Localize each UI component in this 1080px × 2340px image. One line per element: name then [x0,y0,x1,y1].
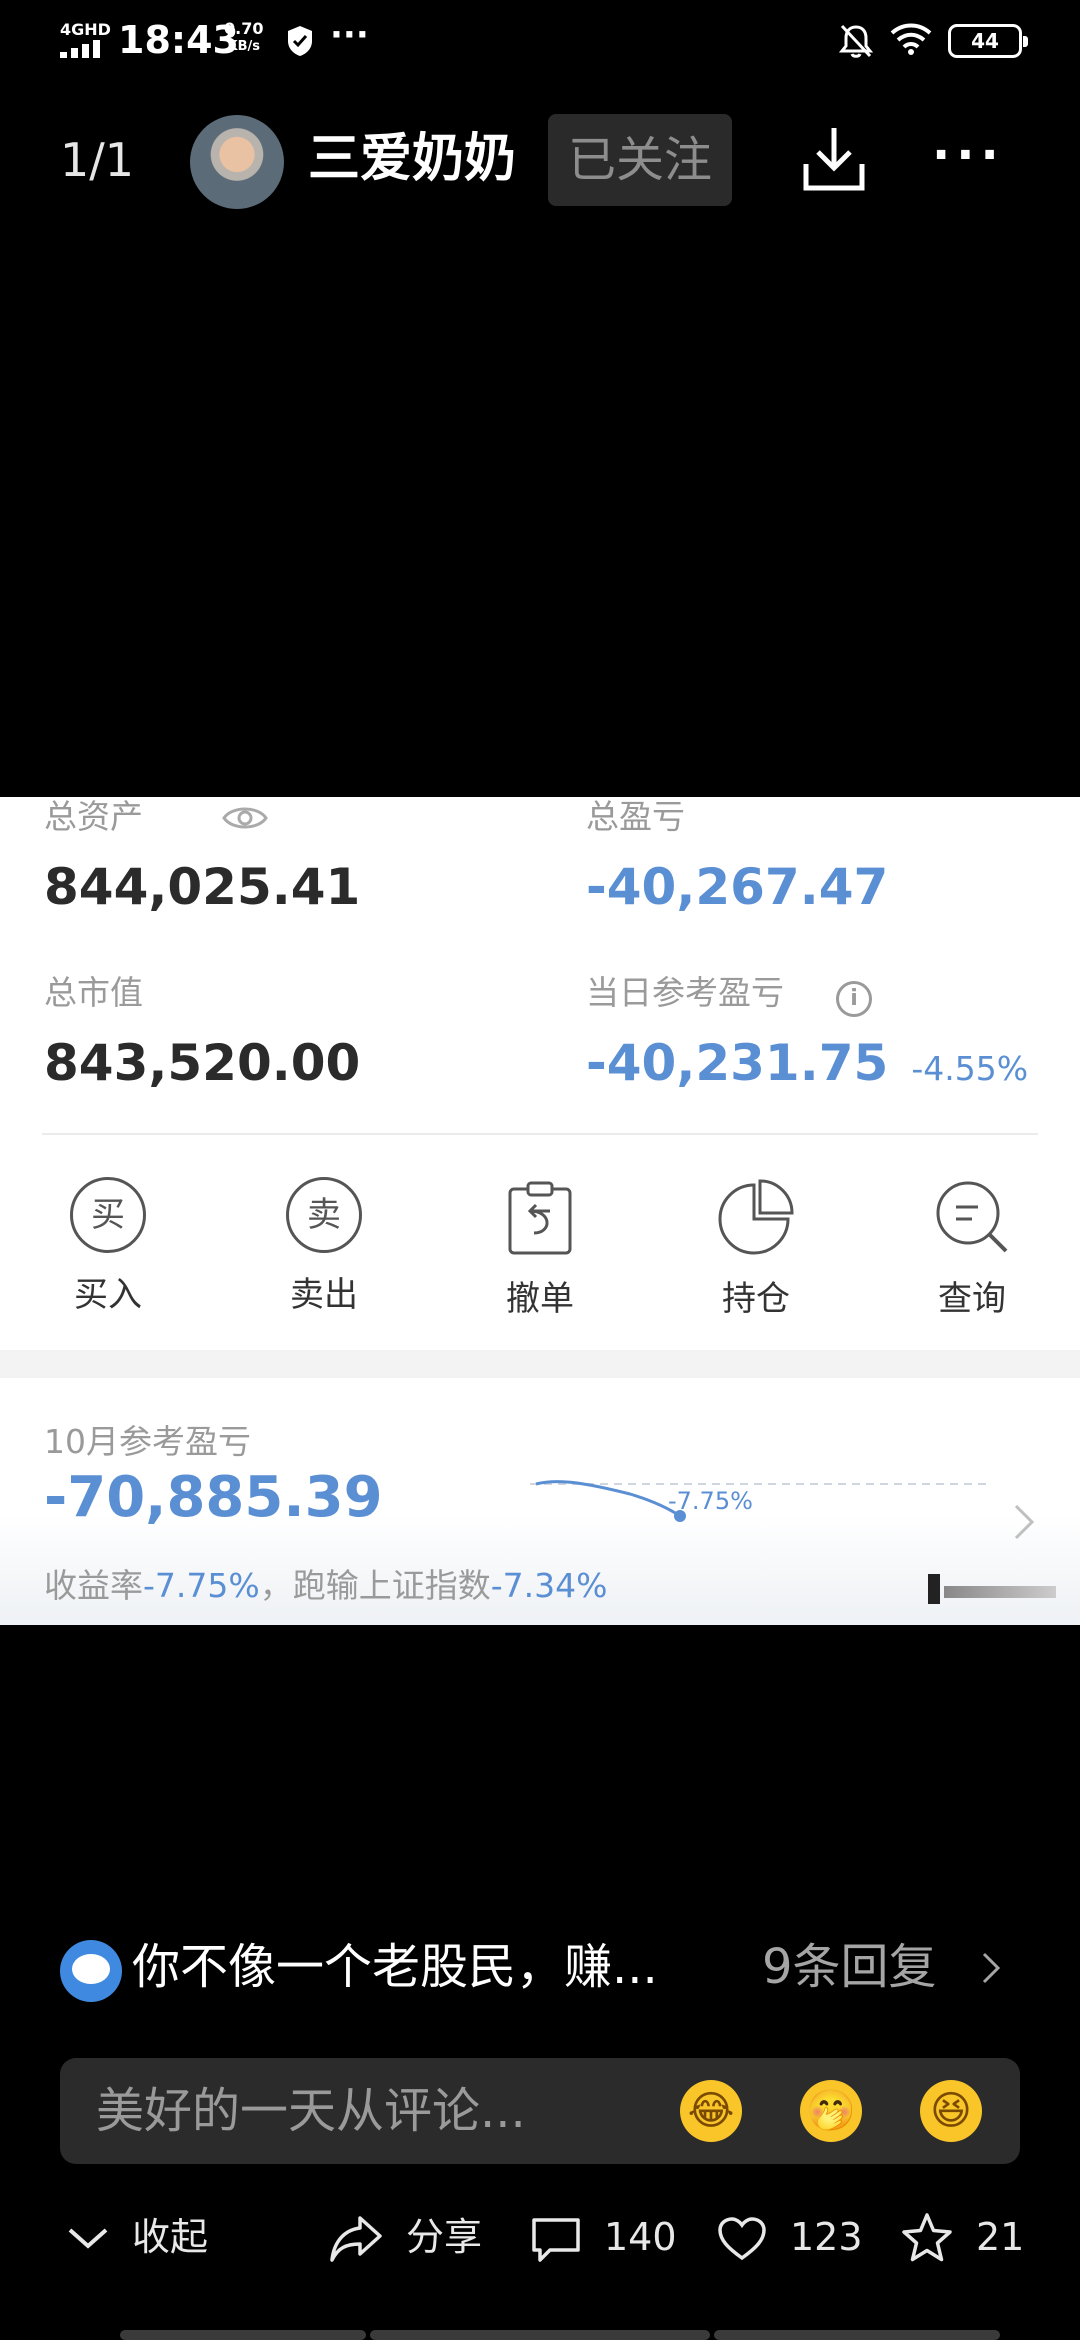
monthly-pl-value: -70,885.39 [44,1465,383,1530]
section-gap [0,1350,1080,1378]
eye-icon [222,807,268,829]
positions-button[interactable]: 持仓 [696,1177,816,1319]
clock: 18:43 [118,18,239,62]
search-icon [936,1181,1008,1253]
replies-link[interactable]: 9条回复 [762,1934,937,2000]
monthly-chart-pct: -7.75% [668,1487,753,1515]
status-more-icon: ··· [330,15,369,55]
network-speed: 0.70 KB/s [224,20,263,56]
total-pl: 总盈亏 -40,267.47 [586,797,888,917]
like-button[interactable]: 123 [716,2212,866,2262]
sell-button[interactable]: 卖 卖出 [264,1177,384,1315]
more-options-icon[interactable]: ··· [932,131,1018,182]
laughing-tears-emoji-icon[interactable]: 😂 [680,2080,742,2142]
chevron-down-icon [68,2228,108,2249]
wifi-icon [890,23,932,55]
positions-label: 持仓 [722,1279,790,1319]
collapse-label: 收起 [132,2215,209,2259]
market-value: 总市值 843,520.00 [44,973,360,1093]
monthly-trend-chart [530,1480,990,1522]
total-assets: 总资产 844,025.41 [44,797,360,917]
favorites-count: 21 [976,2215,1025,2259]
share-label: 分享 [406,2215,483,2259]
buy-button[interactable]: 买 买入 [48,1177,168,1315]
follow-button[interactable]: 已关注 [548,114,732,206]
daily-pl: 当日参考盈亏 -40,231.75 -4.55% [586,973,1028,1093]
daily-pl-label: 当日参考盈亏 [586,973,784,1012]
total-assets-value: 844,025.41 [44,858,361,916]
summary-mid: ，跑输上证指数 [259,1566,491,1605]
summary-rate: -7.75% [143,1566,260,1605]
market-value-label: 总市值 [44,973,143,1012]
page-counter: 1/1 [60,133,135,187]
avatar[interactable] [190,115,284,209]
blurred-mark [928,1574,940,1604]
total-pl-label: 总盈亏 [586,797,685,836]
sell-icon: 卖 [286,1177,362,1253]
daily-pl-pct: -4.55% [911,1049,1029,1088]
comment-placeholder: 美好的一天从评论... [96,2083,526,2139]
download-icon[interactable] [800,122,868,194]
info-icon[interactable]: i [836,981,872,1017]
collapse-button[interactable]: 收起 [66,2212,216,2262]
commenter-avatar[interactable] [60,1940,122,2002]
monthly-pl-section[interactable]: 10月参考盈亏 -70,885.39 -7.75% 收益率-7.75%，跑输上证… [0,1378,1080,1625]
signal-icon [60,40,106,58]
share-icon [330,2216,382,2262]
comments-count: 140 [604,2215,677,2259]
buy-label: 买入 [74,1275,142,1315]
market-value-value: 843,520.00 [44,1034,361,1092]
speed-unit: KB/s [227,39,260,54]
share-button[interactable]: 分享 [328,2212,498,2262]
battery-icon: 44 [948,24,1028,58]
summary-index: -7.34% [490,1566,608,1605]
pie-chart-icon [718,1179,794,1255]
sell-label: 卖出 [290,1275,358,1315]
comment-input[interactable]: 美好的一天从评论... 😂 🤭 😆 [60,2058,1020,2164]
star-icon [902,2213,952,2262]
monthly-pl-label: 10月参考盈亏 [44,1422,251,1461]
portfolio-card: 总资产 844,025.41 总盈亏 -40,267.47 总市值 843,52… [0,797,1080,1625]
divider [42,1133,1038,1135]
total-pl-value: -40,267.47 [586,858,889,916]
cancel-order-label: 撤单 [506,1279,574,1319]
buy-icon: 买 [70,1177,146,1253]
daily-pl-row: -40,231.75 -4.55% [586,1033,1028,1093]
status-bar: 4GHD 18:43 0.70 KB/s ··· 44 [0,0,1080,80]
bell-muted-icon [838,24,874,58]
summary-prefix: 收益率 [44,1566,143,1605]
comment-preview[interactable]: 你不像一个老股民，赚... [132,1934,658,2000]
grin-emoji-icon[interactable]: 😆 [920,2080,982,2142]
favorite-button[interactable]: 21 [900,2210,1030,2262]
blurred-bar [944,1586,1056,1598]
comments-button[interactable]: 140 [530,2212,680,2262]
shield-icon [288,26,312,56]
cancel-order-button[interactable]: 撤单 [480,1177,600,1319]
network-type: 4GHD [60,20,111,39]
speed-value: 0.70 [224,19,264,38]
username[interactable]: 三爱奶奶 [308,126,516,192]
chevron-right-icon[interactable] [980,1950,1002,1986]
query-button[interactable]: 查询 [912,1177,1032,1319]
navigation-hint-bar [0,2326,1080,2340]
monthly-summary: 收益率-7.75%，跑输上证指数-7.34% [44,1566,608,1606]
heart-icon [718,2217,766,2261]
giggle-emoji-icon[interactable]: 🤭 [800,2080,862,2142]
comment-icon [532,2218,580,2262]
daily-pl-value: -40,231.75 [586,1034,889,1092]
likes-count: 123 [790,2215,863,2259]
query-label: 查询 [938,1279,1006,1319]
cancel-order-icon [508,1181,572,1255]
chevron-right-icon[interactable] [1012,1502,1036,1542]
total-assets-label: 总资产 [44,797,143,836]
